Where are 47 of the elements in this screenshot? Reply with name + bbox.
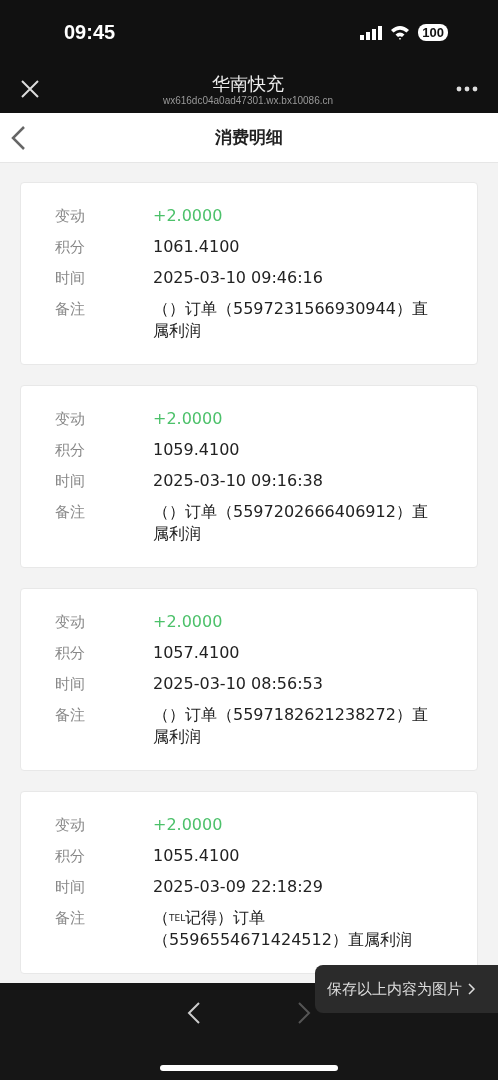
signal-icon	[360, 25, 383, 40]
field-label: 积分	[55, 643, 86, 664]
app-url: wx616dc04a0ad47301.wx.bx10086.cn	[162, 94, 334, 106]
field-value: （）订单（5597231566930944）直属利润	[153, 298, 429, 342]
chevron-right-icon	[297, 1001, 311, 1025]
field-value: 1061.4100	[153, 236, 241, 258]
chevron-left-icon	[187, 1001, 201, 1025]
field-value: 2025-03-10 09:46:16	[153, 267, 324, 289]
field-value: 1057.4100	[153, 642, 241, 664]
field-label: 变动	[55, 409, 86, 430]
field-value: 2025-03-10 09:16:38	[153, 470, 324, 492]
field-value: +2.0000	[153, 611, 224, 633]
close-button[interactable]	[20, 79, 40, 99]
field-value: （）订单（5597202666406912）直属利润	[153, 501, 429, 545]
field-label: 变动	[55, 815, 86, 836]
field-label: 备注	[55, 502, 86, 523]
field-value: （）订单（5597182621238272）直属利润	[153, 704, 429, 748]
field-value: +2.0000	[153, 408, 224, 430]
battery-level: 100	[418, 24, 448, 41]
field-value: 2025-03-10 08:56:53	[153, 673, 324, 695]
status-time: 09:45	[64, 21, 116, 44]
field-label: 变动	[55, 612, 86, 633]
field-value: 2025-03-09 22:18:29	[153, 876, 324, 898]
field-label: 时间	[55, 471, 86, 492]
field-label: 备注	[55, 908, 86, 929]
field-label: 积分	[55, 846, 86, 867]
field-value: （$^{TEL}$记得）订单（5596554671424512）直属利润	[153, 907, 413, 951]
field-label: 变动	[55, 206, 86, 227]
page-title: 消费明细	[215, 126, 283, 149]
field-label: 积分	[55, 440, 86, 461]
field-label: 备注	[55, 299, 86, 320]
chevron-right-icon	[468, 983, 476, 995]
field-label: 时间	[55, 268, 86, 289]
wifi-icon	[390, 25, 411, 40]
save-as-image-button[interactable]: 保存以上内容为图片	[315, 965, 498, 1013]
field-label: 时间	[55, 674, 86, 695]
field-value: 1055.4100	[153, 845, 241, 867]
field-value: 1059.4100	[153, 439, 241, 461]
more-button[interactable]	[456, 86, 478, 92]
field-value: +2.0000	[153, 814, 224, 836]
back-nav-button[interactable]	[187, 1001, 201, 1025]
back-button[interactable]	[10, 125, 26, 151]
field-label: 时间	[55, 877, 86, 898]
field-label: 备注	[55, 705, 86, 726]
field-value: +2.0000	[153, 205, 224, 227]
field-label: 积分	[55, 237, 86, 258]
app-title: 华南快充	[212, 72, 284, 95]
